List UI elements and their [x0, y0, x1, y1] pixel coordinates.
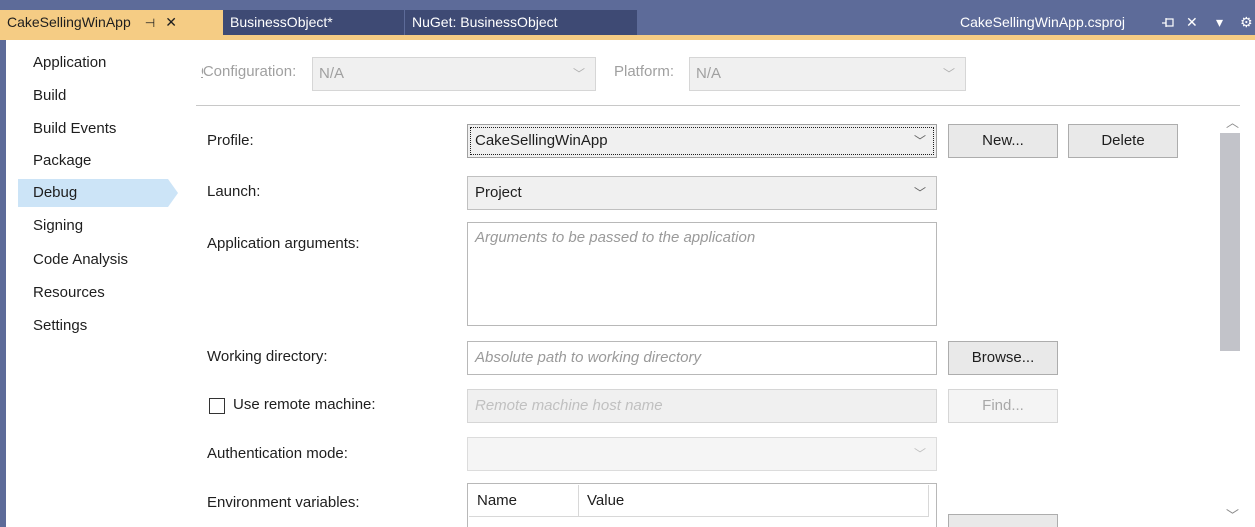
tab-bar-accent — [0, 35, 1255, 40]
sidebar-item-code-analysis[interactable]: Code Analysis — [18, 246, 168, 274]
environment-variables-label: Environment variables: — [207, 494, 360, 511]
remote-machine-checkbox[interactable] — [209, 398, 225, 414]
chevron-down-icon: ﹀ — [913, 134, 926, 148]
scroll-down-icon[interactable]: ﹀ — [1226, 505, 1239, 524]
sidebar-item-package[interactable]: Package — [18, 147, 168, 175]
chevron-down-icon: ﹀ — [913, 186, 926, 200]
chevron-down-icon: ﹀ — [572, 67, 585, 81]
app-arguments-label: Application arguments: — [207, 235, 360, 252]
sidebar-item-settings[interactable]: Settings — [18, 312, 168, 340]
column-header-value[interactable]: Value — [579, 485, 929, 517]
tab-label: CakeSellingWinApp — [7, 14, 131, 30]
scroll-up-icon[interactable]: ︿ — [1226, 112, 1239, 131]
app-arguments-textarea[interactable]: Arguments to be passed to the applicatio… — [467, 222, 937, 326]
sidebar-item-build[interactable]: Build — [18, 82, 168, 110]
sidebar-item-build-events[interactable]: Build Events — [18, 115, 168, 143]
find-button: Find... — [948, 389, 1058, 423]
chevron-down-icon: ﹀ — [913, 447, 926, 461]
configuration-label: CConfiguration: — [201, 63, 297, 80]
authentication-mode-select: ﹀ — [467, 437, 937, 471]
tab-nuget-businessobject[interactable]: NuGet: BusinessObject — [404, 10, 637, 35]
tab-cakesellingwinapp[interactable]: CakeSellingWinApp ⊣ ✕ — [0, 10, 223, 35]
tab-label: CakeSellingWinApp.csproj — [960, 14, 1125, 30]
launch-select[interactable]: Project ﹀ — [467, 176, 937, 210]
configuration-select: N/A ﹀ — [312, 57, 596, 91]
environment-variables-table[interactable]: Name Value — [467, 483, 937, 527]
platform-select: N/A ﹀ — [689, 57, 966, 91]
profile-label: Profile: — [207, 132, 254, 149]
add-variable-button[interactable] — [948, 514, 1058, 527]
sidebar-item-application[interactable]: Application — [18, 49, 168, 77]
section-divider — [196, 105, 1240, 106]
tab-businessobject[interactable]: BusinessObject* — [223, 10, 404, 35]
browse-button[interactable]: Browse... — [948, 341, 1058, 375]
tab-label: BusinessObject* — [230, 14, 333, 30]
profile-value: CakeSellingWinApp — [475, 132, 608, 149]
launch-value: Project — [475, 184, 522, 201]
platform-label: Platform: — [614, 63, 675, 80]
configuration-value: N/A — [319, 65, 345, 82]
new-profile-button[interactable]: New... — [948, 124, 1058, 158]
sidebar-item-resources[interactable]: Resources — [18, 279, 168, 307]
pin-icon[interactable]: ⊣ — [145, 11, 155, 36]
platform-value: N/A — [696, 65, 722, 82]
remote-machine-label[interactable]: Use remote machine: — [233, 396, 376, 413]
sidebar-item-signing[interactable]: Signing — [18, 212, 168, 240]
sidebar-item-debug[interactable]: Debug — [18, 179, 178, 207]
settings-icon[interactable]: ⚙ — [1240, 10, 1253, 35]
dropdown-icon[interactable]: ▾ — [1216, 10, 1223, 35]
close-icon[interactable]: ✕ — [1186, 10, 1198, 35]
configuration-label-text: Configuration: — [202, 63, 297, 80]
remote-machine-placeholder: Remote machine host name — [475, 397, 663, 414]
profile-select[interactable]: CakeSellingWinApp ﹀ — [467, 124, 937, 158]
working-directory-placeholder: Absolute path to working directory — [475, 349, 701, 366]
pin-icon[interactable] — [1161, 10, 1175, 35]
chevron-down-icon: ﹀ — [942, 67, 955, 81]
delete-profile-button[interactable]: Delete — [1068, 124, 1178, 158]
working-directory-input[interactable]: Absolute path to working directory — [467, 341, 937, 375]
working-directory-label: Working directory: — [207, 348, 328, 365]
app-arguments-placeholder: Arguments to be passed to the applicatio… — [475, 229, 756, 246]
launch-label: Launch: — [207, 183, 261, 200]
column-header-name[interactable]: Name — [469, 485, 579, 517]
property-pages-nav: Application Build Build Events Package D… — [6, 40, 182, 527]
tab-project-file[interactable]: CakeSellingWinApp.csproj — [960, 10, 1125, 35]
table-header: Name Value — [469, 485, 929, 517]
tab-label: NuGet: BusinessObject — [412, 14, 558, 30]
scrollbar-thumb[interactable] — [1220, 133, 1240, 351]
remote-machine-input: Remote machine host name — [467, 389, 937, 423]
authentication-mode-label: Authentication mode: — [207, 445, 348, 462]
close-icon[interactable]: ✕ — [165, 10, 177, 35]
